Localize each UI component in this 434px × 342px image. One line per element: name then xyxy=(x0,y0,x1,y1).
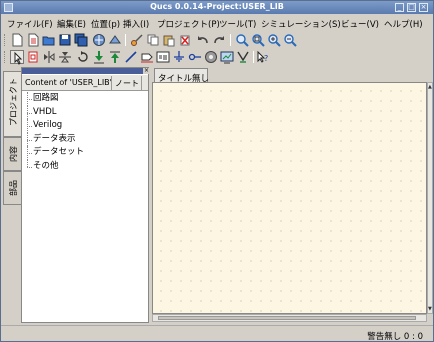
view-data-icon[interactable] xyxy=(220,50,234,64)
file-toolbar xyxy=(1,32,433,48)
toolbar-handle[interactable] xyxy=(4,34,7,46)
rotate-icon[interactable] xyxy=(76,50,90,64)
deactivate-icon[interactable] xyxy=(26,50,40,64)
simulate-icon[interactable] xyxy=(204,50,218,64)
menu-simulation[interactable]: シミュレーション(S) xyxy=(261,18,341,30)
pop-out-icon[interactable] xyxy=(108,50,122,64)
go-into-subcircuit-icon[interactable] xyxy=(92,50,106,64)
main-window: Qucs 0.0.14-Project:USER_LIB _ □ × ファイル(… xyxy=(0,0,434,342)
tree-item-vhdl[interactable]: VHDL xyxy=(22,105,148,120)
save-icon[interactable] xyxy=(58,33,72,47)
wire-label-icon[interactable] xyxy=(140,50,154,64)
document-tab-bar: タイトル無し xyxy=(151,67,431,84)
tab-untitled[interactable]: タイトル無し xyxy=(154,68,209,84)
toolbar-handle[interactable] xyxy=(4,51,7,63)
insert-equation-icon[interactable] xyxy=(156,50,170,64)
cut-icon[interactable] xyxy=(130,33,144,47)
tab-project[interactable]: プロジェクト xyxy=(3,71,21,137)
window-title: Qucs 0.0.14-Project:USER_LIB xyxy=(150,2,284,11)
dock-title-bar[interactable] xyxy=(22,68,148,74)
menu-tools[interactable]: ツール(T) xyxy=(219,18,256,30)
close-button[interactable]: × xyxy=(419,3,428,12)
whats-this-icon[interactable]: ? xyxy=(256,50,270,64)
menu-help[interactable]: ヘルプ(H) xyxy=(384,18,423,30)
menu-insert[interactable]: 挿入(I) xyxy=(123,18,149,30)
svg-text:?: ? xyxy=(264,54,268,63)
tab-contents[interactable]: 内容 xyxy=(3,137,21,171)
wire-icon[interactable] xyxy=(124,50,138,64)
scroll-up-icon[interactable]: ▲ xyxy=(428,84,432,90)
undo-icon[interactable] xyxy=(196,33,210,47)
ground-icon[interactable] xyxy=(172,50,186,64)
column-note[interactable]: ノート xyxy=(115,78,139,89)
horizontal-scroll-thumb[interactable] xyxy=(158,316,416,320)
export-icon[interactable] xyxy=(108,33,122,47)
mirror-x-icon[interactable] xyxy=(42,50,56,64)
tree-item-others[interactable]: その他 xyxy=(22,159,148,174)
menu-edit[interactable]: 編集(E) xyxy=(57,18,86,30)
menu-position[interactable]: 位置(p) xyxy=(91,18,120,30)
project-content-panel: × Content of 'USER_LIB' ノート 回路図 VHDL Ver… xyxy=(21,67,150,323)
delete-icon[interactable] xyxy=(178,33,192,47)
menu-project[interactable]: プロジェクト(P) xyxy=(157,18,220,30)
select-icon[interactable] xyxy=(10,50,24,65)
status-bar: 警告無し 0 : 0 xyxy=(1,325,433,342)
content-tree: 回路図 VHDL Verilog データ表示 データセット その他 xyxy=(22,92,148,173)
save-all-icon[interactable] xyxy=(74,33,88,47)
tree-item-datasets[interactable]: データセット xyxy=(22,146,148,160)
side-tab-bar: プロジェクト 内容 部品 xyxy=(3,71,21,321)
warning-status: 警告無し 0 : 0 xyxy=(367,332,423,342)
zoom-fit-icon[interactable] xyxy=(235,33,249,47)
vertical-scrollbar[interactable]: ▲ ▼ xyxy=(427,82,433,314)
open-icon[interactable] xyxy=(42,33,56,47)
print-icon[interactable] xyxy=(92,33,106,47)
dock-close-icon[interactable]: × xyxy=(143,68,150,74)
schematic-canvas[interactable] xyxy=(152,82,427,314)
zoom-out-icon[interactable] xyxy=(283,33,297,47)
tree-item-schematics[interactable]: 回路図 xyxy=(22,92,148,106)
zoom-in-icon[interactable] xyxy=(267,33,281,47)
edit-toolbar: ? xyxy=(1,49,433,65)
maximize-button[interactable]: □ xyxy=(407,3,416,12)
horizontal-scrollbar[interactable] xyxy=(152,314,427,322)
new-text-icon[interactable] xyxy=(26,33,40,47)
menu-bar: ファイル(F) 編集(E) 位置(p) 挿入(I) プロジェクト(P) ツール(… xyxy=(1,15,433,31)
column-content[interactable]: Content of 'USER_LIB' xyxy=(25,78,112,87)
column-header: Content of 'USER_LIB' ノート xyxy=(22,75,148,91)
port-icon[interactable] xyxy=(188,50,202,64)
tab-components[interactable]: 部品 xyxy=(3,171,21,205)
marker-icon[interactable] xyxy=(236,50,250,64)
mirror-y-icon[interactable] xyxy=(58,50,72,64)
copy-icon[interactable] xyxy=(146,33,160,47)
zoom-selection-icon[interactable] xyxy=(251,33,265,47)
paste-icon[interactable] xyxy=(162,33,176,47)
menu-file[interactable]: ファイル(F) xyxy=(7,18,53,30)
minimize-button[interactable]: _ xyxy=(395,3,404,12)
scroll-down-icon[interactable]: ▼ xyxy=(428,306,432,312)
title-bar: Qucs 0.0.14-Project:USER_LIB _ □ × xyxy=(1,1,433,14)
tree-item-verilog[interactable]: Verilog xyxy=(22,119,148,133)
menu-view[interactable]: ビュー(V) xyxy=(341,18,379,30)
new-file-icon[interactable] xyxy=(10,33,24,47)
redo-icon[interactable] xyxy=(212,33,226,47)
tree-item-data-display[interactable]: データ表示 xyxy=(22,132,148,147)
